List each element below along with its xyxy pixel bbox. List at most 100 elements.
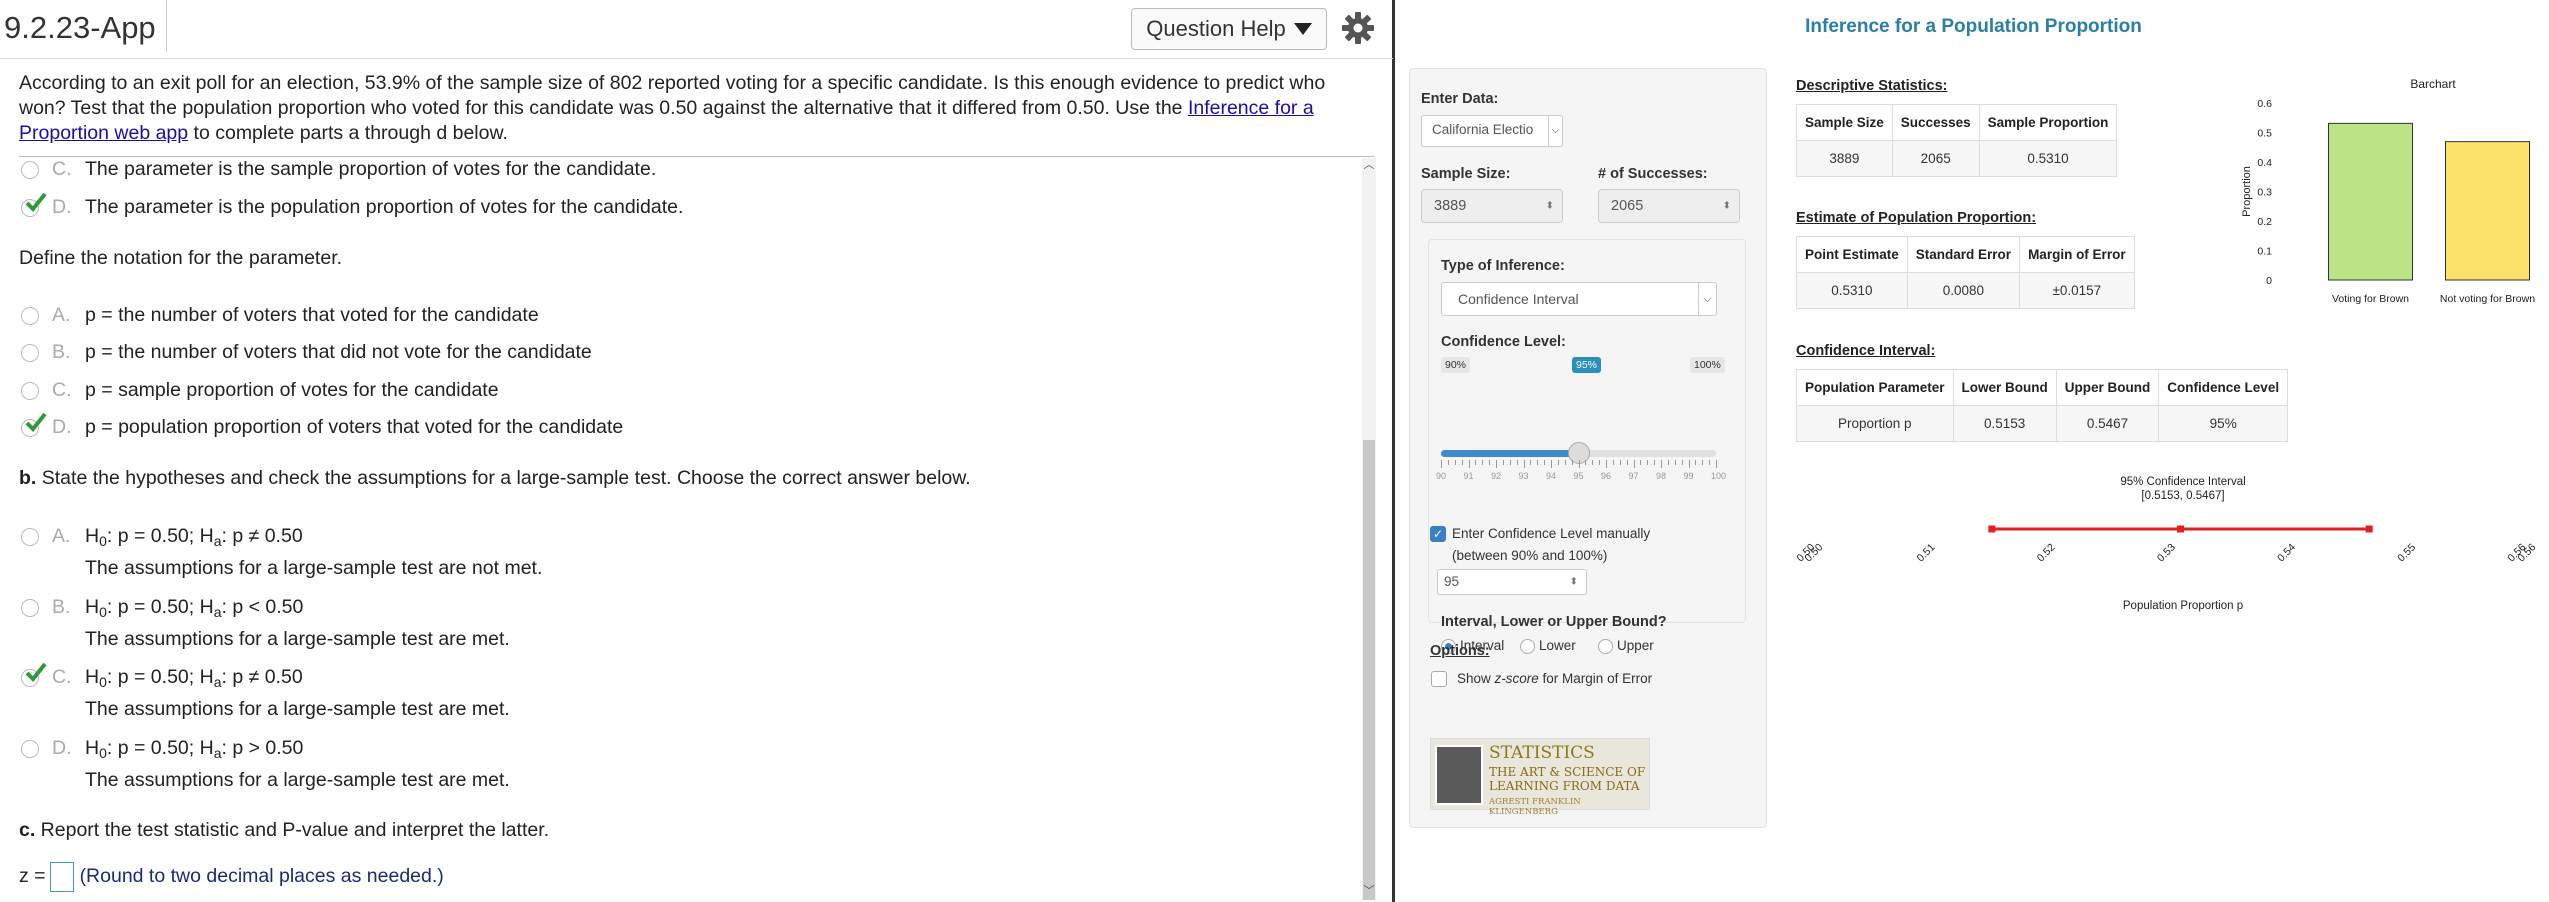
inference-type-value: Confidence Interval [1458,291,1579,307]
successes-label: # of Successes: [1598,166,1708,182]
spinner-icon[interactable]: ⬍ [1570,577,1578,588]
scroll-up-arrow[interactable]: ︿ [1363,158,1375,172]
z-answer-input[interactable] [49,862,74,892]
option-text: The parameter is the population proporti… [85,196,684,218]
ci-upper-point [2365,525,2373,533]
question-divider [19,156,1374,157]
app-heading: Inference for a Population Proportion [1805,16,2142,37]
slider-minor-tick [1509,460,1511,465]
radio-button[interactable] [21,528,39,546]
lower-radio-label: Lower [1539,638,1576,653]
part-b-label: b. [19,467,37,489]
table-header: Lower Bound [1952,369,2057,406]
slider-minor-tick [1626,460,1628,465]
spinner-icon[interactable]: ⬍ [1723,201,1731,212]
slider-tick-label: 92 [1491,471,1502,481]
option-text: p = the number of voters that did not vo… [85,341,592,363]
part-c-label: c. [19,819,36,841]
assumption-note: The assumptions for a large-sample test … [85,557,543,579]
textbook-logo: STATISTICS THE ART & SCIENCE OF LEARNING … [1430,738,1650,817]
table-header: Sample Size [1796,104,1893,141]
inference-type-select[interactable]: Confidence Interval ⌵ [1441,282,1717,316]
part-c-text: Report the test statistic and P-value an… [35,819,550,841]
table-header: Point Estimate [1796,236,1908,273]
x-tick-label: Voting for Brown [2332,293,2409,305]
slider-minor-tick [1585,460,1587,465]
option-letter: B. [52,341,71,363]
null-hypothesis: p = 0.50; H [117,666,214,688]
sample-size-label: Sample Size: [1421,166,1511,182]
radio-button[interactable] [21,344,39,362]
book-sub-line1: THE ART & SCIENCE OF [1489,765,1646,779]
notation-prompt: Define the notation for the parameter. [19,247,343,269]
upper-radio[interactable] [1598,639,1613,654]
lower-radio[interactable] [1520,639,1535,654]
slider-tick [1551,460,1552,468]
x-tick-label: 0.52 [2035,541,2058,564]
scroll-down-arrow[interactable]: ﹀ [1363,884,1375,898]
manual-confidence-input[interactable]: 95 ⬍ [1437,569,1587,595]
dataset-select[interactable]: California Electio ⌵ [1421,115,1563,147]
radio-button[interactable] [21,307,39,325]
slider-tick [1716,460,1717,468]
question-help-button[interactable]: Question Help [1131,8,1327,50]
slider-minor-tick [1647,460,1649,465]
confidence-slider-fill [1441,450,1579,457]
table-cell: 0.5467 [2055,405,2160,442]
option-letter: A. [52,525,71,547]
radio-button[interactable] [21,740,39,758]
spinner-icon[interactable]: ⬍ [1546,201,1554,212]
table-header: Standard Error [1906,236,2021,273]
slider-tick-label: 99 [1683,471,1694,481]
hypothesis-text: H0: p = 0.50; Ha: p < 0.50 [85,596,304,620]
option-text: p = sample proportion of votes for the c… [85,379,499,401]
option-letter: D. [52,416,72,438]
slider-minor-tick [1461,460,1463,465]
option-letter: C. [52,666,72,688]
book-sub-line2: LEARNING FROM DATA [1489,779,1640,793]
question-help-label: Question Help [1146,16,1286,41]
successes-input[interactable]: 2065 ⬍ [1598,189,1740,223]
gear-icon[interactable] [1340,10,1376,46]
slider-value-label: 95% [1572,357,1602,373]
table-cell: 0.5310 [1978,140,2118,177]
slider-tick [1468,460,1470,468]
zscore-checkbox[interactable] [1431,671,1447,687]
option-letter: A. [52,304,71,326]
radio-button[interactable] [21,599,39,617]
slider-minor-tick [1516,460,1518,465]
table-header: Sample Proportion [1978,104,2118,141]
y-tick-label: 0.4 [2257,157,2272,169]
ci-estimate-point [2177,525,2185,533]
slider-tick-label: 98 [1656,471,1667,481]
sample-size-input[interactable]: 3889 ⬍ [1421,189,1563,223]
alt-hypothesis: p ≠ 0.50 [232,666,303,688]
radio-button[interactable] [21,382,39,400]
table-cell: 0.0080 [1906,272,2021,309]
slider-tick [1523,460,1525,468]
slider-minor-tick [1702,460,1704,465]
x-tick-label: Not voting for Brown [2440,293,2535,305]
table-cell: 95% [2158,405,2289,442]
header-divider [0,58,1393,59]
slider-minor-tick [1640,460,1642,465]
option-letter: C. [52,379,72,401]
ci-lower-point [1988,525,1996,533]
successes-value: 2065 [1611,198,1644,214]
slider-minor-tick [1557,460,1559,465]
type-of-inference-label: Type of Inference: [1441,258,1565,274]
slider-tick [1606,460,1607,468]
part-c-prompt: c. Report the test statistic and P-value… [19,819,549,842]
alt-hypothesis: p > 0.50 [232,737,304,759]
zscore-label: Show z-score for Margin of Error [1457,671,1652,686]
slider-minor-tick [1619,460,1621,465]
rounding-note: (Round to two decimal places as needed.) [79,865,444,888]
manual-confidence-checkbox[interactable]: ✓ [1430,526,1446,542]
radio-button[interactable] [21,161,39,179]
option-text: p = the number of voters that voted for … [85,304,539,326]
slider-minor-tick [1674,460,1676,465]
option-letter: D. [52,737,72,759]
chart-title: Barchart [2410,77,2456,91]
scrollbar-thumb[interactable] [1363,440,1375,900]
barchart: Barchart Proportion 0 0.1 0.2 0.3 0.4 0.5 0.6 Vot… [2241,77,2535,305]
